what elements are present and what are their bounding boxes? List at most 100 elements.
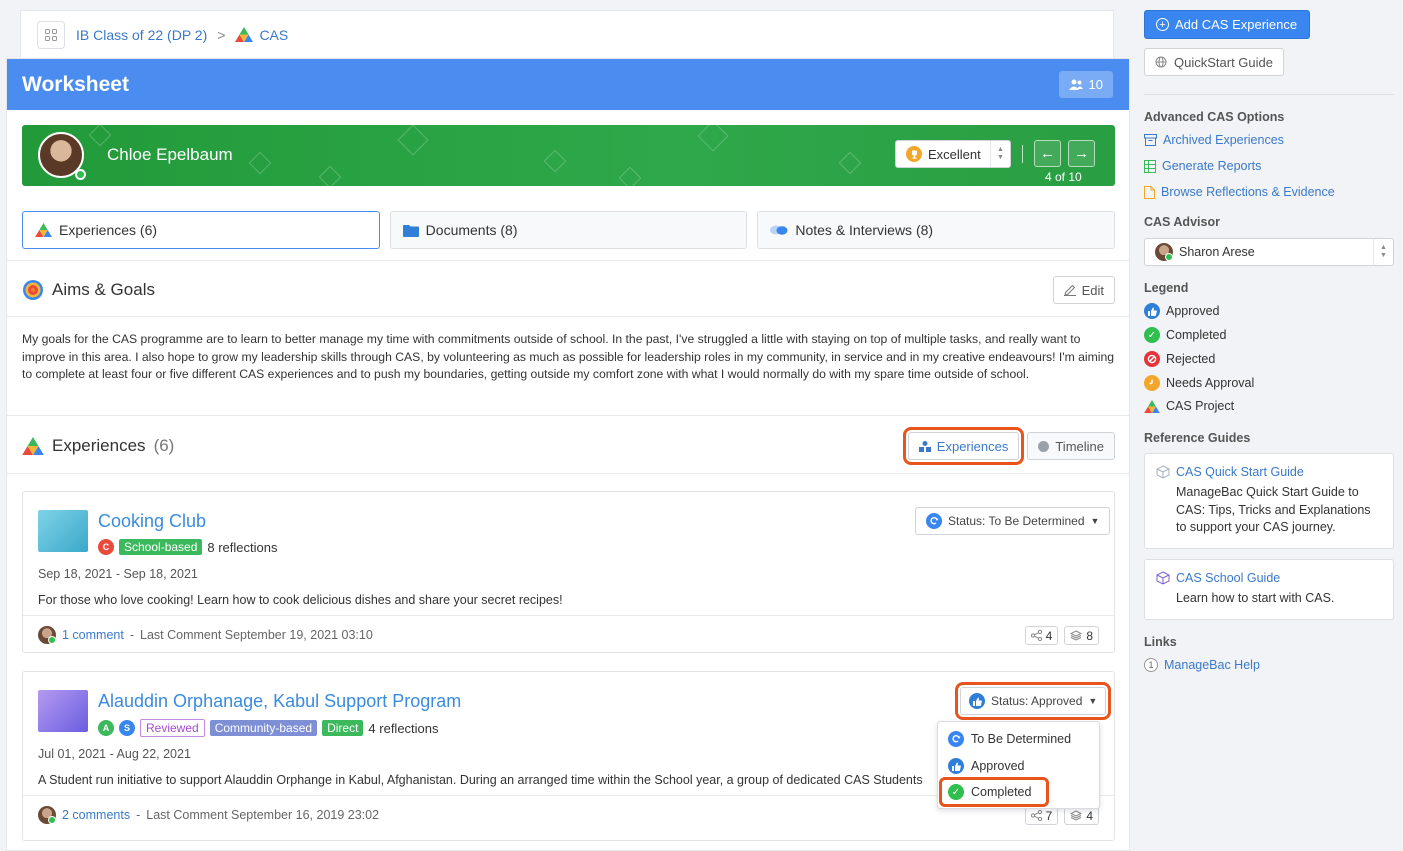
grade-value: Excellent: [928, 146, 981, 162]
globe-icon: [1155, 56, 1167, 68]
evidence-count[interactable]: 8: [1064, 626, 1099, 645]
online-status-dot: [75, 169, 86, 180]
cas-advisor-select[interactable]: Sharon Arese ▲ ▼: [1144, 238, 1394, 266]
aims-text: My goals for the CAS programme are to le…: [22, 332, 1115, 381]
next-student-button[interactable]: →: [1068, 140, 1095, 167]
experiences-title-wrap: Experiences (6): [22, 436, 174, 456]
cas-triangle-icon: [1144, 399, 1160, 413]
members-count-button[interactable]: 10: [1058, 71, 1113, 98]
status-option-to-be-determined[interactable]: To Be Determined: [948, 731, 1071, 747]
generate-reports-label: Generate Reports: [1162, 159, 1262, 173]
footer-dash: -: [136, 808, 141, 822]
browse-reflections-link[interactable]: Browse Reflections & Evidence: [1144, 185, 1335, 199]
experiences-count: (6): [153, 436, 175, 455]
experience-description: A Student run initiative to support Alau…: [38, 773, 923, 787]
comments-link[interactable]: 1 comment: [62, 628, 124, 642]
refresh-icon: [926, 513, 942, 529]
online-status-dot: [48, 816, 56, 824]
banner-pattern: [318, 165, 342, 186]
breadcrumb-separator: >: [217, 26, 226, 43]
experience-title[interactable]: Alauddin Orphanage, Kabul Support Progra…: [98, 691, 461, 712]
guide-title[interactable]: CAS School Guide: [1176, 571, 1280, 585]
chat-bubbles-icon: [770, 225, 788, 235]
check-circle-icon: ✓: [948, 784, 964, 800]
tab-documents[interactable]: Documents (8): [389, 211, 748, 249]
thumbs-up-icon: [948, 758, 964, 774]
status-dropdown-button[interactable]: Status: To Be Determined ▼: [915, 507, 1111, 535]
experience-thumbnail[interactable]: [38, 690, 88, 732]
comments-link[interactable]: 2 comments: [62, 808, 130, 822]
tab-notes-interviews[interactable]: Notes & Interviews (8): [757, 211, 1116, 249]
tag-reviewed: Reviewed: [140, 719, 205, 737]
archive-icon: [1144, 134, 1157, 146]
tab-documents-label: Documents (8): [425, 222, 518, 238]
evidence-value: 8: [1086, 628, 1093, 643]
guide-card[interactable]: CAS School Guide Learn how to start with…: [1144, 559, 1394, 620]
members-count-value: 10: [1088, 77, 1103, 92]
student-pager: 4 of 10: [1045, 170, 1082, 184]
archived-experiences-link[interactable]: Archived Experiences: [1144, 133, 1284, 147]
arrow-left-icon: ←: [1040, 145, 1055, 162]
banner-pattern: [397, 125, 429, 156]
outcomes-count[interactable]: 4: [1024, 626, 1059, 645]
quickstart-guide-button[interactable]: QuickStart Guide: [1144, 48, 1284, 76]
status-option-label: Approved: [971, 759, 1025, 773]
advanced-heading: Advanced CAS Options: [1144, 110, 1285, 124]
legend-label: CAS Project: [1166, 399, 1235, 413]
tab-experiences[interactable]: Experiences (6): [22, 211, 380, 249]
banner-pattern: [248, 151, 272, 175]
legend-approved: Approved: [1144, 303, 1220, 319]
arrow-right-icon: →: [1074, 145, 1089, 162]
student-banner: Chloe Epelbaum Excellent ▲ ▼ ← → 4 of 10: [22, 125, 1115, 186]
experience-thumbnail[interactable]: [38, 510, 88, 552]
advisor-name: Sharon Arese: [1179, 245, 1255, 259]
status-option-approved[interactable]: Approved: [948, 758, 1025, 774]
info-icon: 1: [1144, 658, 1158, 672]
grid-menu-button[interactable]: [37, 20, 65, 49]
guide-description: Learn how to start with CAS.: [1176, 591, 1335, 605]
add-cas-experience-button[interactable]: + Add CAS Experience: [1144, 10, 1311, 39]
advisor-heading: CAS Advisor: [1144, 215, 1220, 229]
aims-title-wrap: Aims & Goals: [22, 279, 155, 301]
previous-student-button[interactable]: ←: [1034, 140, 1061, 167]
experience-tags: C School-based 8 reflections: [98, 539, 277, 555]
share-nodes-icon: [1030, 810, 1042, 821]
commenter-avatar: [38, 806, 56, 824]
legend-needs-approval: Needs Approval: [1144, 375, 1254, 391]
status-label: Status: Approved: [991, 694, 1083, 708]
divider: [7, 473, 1129, 474]
generate-reports-link[interactable]: Generate Reports: [1144, 159, 1261, 173]
experience-card: Cooking Club C School-based 8 reflection…: [22, 491, 1115, 653]
experience-tags: A S Reviewed Community-based Direct 4 re…: [98, 719, 439, 737]
refresh-icon: [948, 731, 964, 747]
outcomes-value: 7: [1045, 808, 1053, 823]
reference-heading: Reference Guides: [1144, 431, 1251, 445]
guide-card[interactable]: CAS Quick Start Guide ManageBac Quick St…: [1144, 453, 1394, 549]
cas-triangle-icon: [35, 223, 52, 237]
edit-aims-button[interactable]: Edit: [1052, 276, 1115, 304]
footer-dash: -: [129, 628, 135, 642]
legend-label: Completed: [1166, 328, 1227, 342]
breadcrumb-class-link[interactable]: IB Class of 22 (DP 2): [76, 27, 207, 43]
view-timeline-button[interactable]: Timeline: [1027, 432, 1115, 460]
add-button-label: Add CAS Experience: [1175, 17, 1298, 32]
experience-title[interactable]: Cooking Club: [98, 511, 206, 532]
breadcrumb-cas-link[interactable]: CAS: [235, 27, 288, 43]
experience-dates: Sep 18, 2021 - Sep 18, 2021: [38, 567, 198, 581]
cube-icon: [1156, 571, 1170, 585]
grade-select[interactable]: Excellent ▲ ▼: [895, 140, 1011, 168]
managebac-help-link[interactable]: 1 ManageBac Help: [1144, 658, 1260, 672]
creativity-badge: C: [98, 539, 114, 555]
status-dropdown-button[interactable]: Status: Approved ▼: [954, 682, 1112, 720]
guide-title[interactable]: CAS Quick Start Guide: [1176, 465, 1304, 479]
breadcrumb: IB Class of 22 (DP 2) > CAS: [20, 10, 1114, 58]
layers-icon: [1070, 810, 1083, 821]
tab-experiences-label: Experiences (6): [59, 222, 158, 238]
shapes-icon: [918, 440, 931, 452]
last-comment: Last Comment September 19, 2021 03:10: [140, 628, 373, 642]
thumbs-up-icon: [1144, 303, 1160, 319]
status-option-completed[interactable]: ✓ Completed: [939, 777, 1049, 807]
legend-heading: Legend: [1144, 281, 1189, 295]
layers-icon: [1070, 630, 1083, 641]
view-experiences-button[interactable]: Experiences: [902, 427, 1025, 465]
